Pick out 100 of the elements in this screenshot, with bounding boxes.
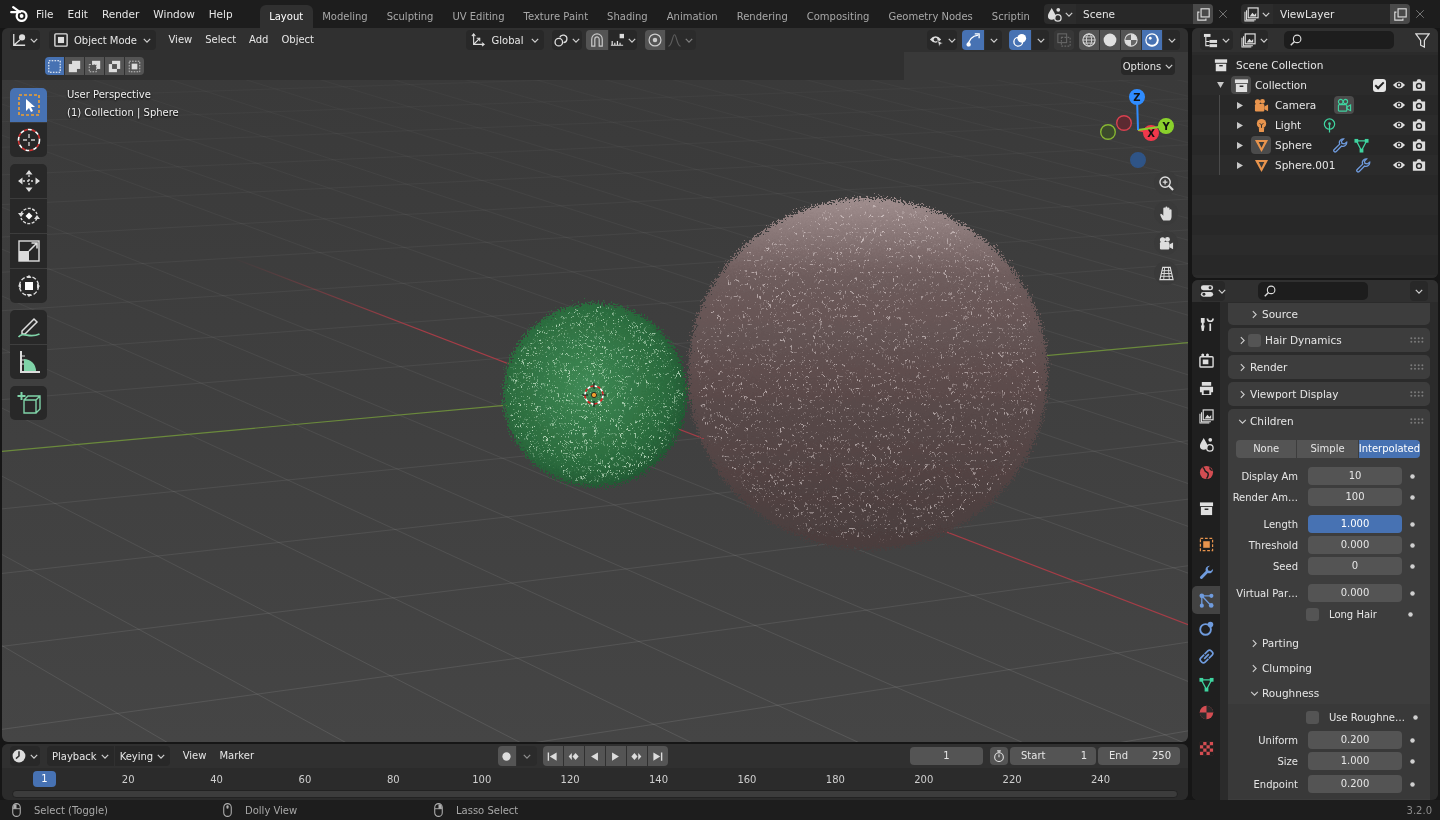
camera-icon[interactable] bbox=[1412, 118, 1426, 132]
drag-handle-icon[interactable] bbox=[1410, 364, 1424, 370]
options-dropdown[interactable] bbox=[1410, 281, 1428, 301]
view-layer-field[interactable]: ViewLayer bbox=[1273, 4, 1390, 24]
drag-handle-icon[interactable] bbox=[1410, 391, 1424, 397]
shading-button[interactable] bbox=[1142, 30, 1162, 50]
overlay-dropdown[interactable] bbox=[1032, 30, 1049, 50]
scrollbar[interactable] bbox=[12, 790, 1178, 798]
perspective-button[interactable] bbox=[1154, 261, 1178, 285]
panel-title[interactable]: Hair Dynamics bbox=[1265, 334, 1342, 346]
3d-cursor[interactable] bbox=[581, 382, 607, 408]
movie-camera-icon[interactable] bbox=[1334, 96, 1355, 114]
proportional-toggle[interactable] bbox=[644, 30, 665, 50]
menu-item[interactable]: Select bbox=[198, 30, 243, 50]
chevron-right-icon[interactable] bbox=[1239, 389, 1245, 399]
outliner-item[interactable]: Camera bbox=[1275, 99, 1317, 111]
wrench-icon[interactable] bbox=[1330, 136, 1350, 154]
camera-icon[interactable] bbox=[1412, 158, 1426, 172]
shading-button[interactable] bbox=[1100, 30, 1120, 50]
menu-item[interactable]: Render bbox=[94, 5, 147, 23]
select-mode-button[interactable] bbox=[85, 57, 104, 75]
preview-range-toggle[interactable] bbox=[990, 747, 1008, 765]
tool-button[interactable] bbox=[10, 269, 47, 303]
number-field[interactable]: 0 bbox=[1308, 557, 1402, 575]
checkbox-label[interactable]: Long Hair bbox=[1329, 608, 1377, 620]
menu-dropdown[interactable]: Keying bbox=[114, 746, 171, 766]
editor-type-button[interactable] bbox=[10, 746, 40, 766]
xray-toggle[interactable] bbox=[1054, 30, 1074, 50]
playback-button[interactable] bbox=[584, 746, 605, 766]
outliner-item[interactable]: Sphere.001 bbox=[1275, 159, 1336, 171]
current-frame-field[interactable]: 1 bbox=[910, 747, 983, 765]
decorator-dot-icon[interactable] bbox=[1409, 781, 1415, 787]
tool-button[interactable] bbox=[10, 310, 47, 344]
chevron-right-icon[interactable] bbox=[1239, 362, 1245, 372]
copy-button[interactable] bbox=[1390, 4, 1410, 24]
decorator-dot-icon[interactable] bbox=[1409, 521, 1415, 527]
menu-item[interactable]: View bbox=[176, 746, 213, 766]
disclosure-triangle-icon[interactable] bbox=[1237, 101, 1243, 109]
menu-item[interactable]: Object bbox=[274, 30, 321, 50]
decorator-dot-icon[interactable] bbox=[1409, 737, 1415, 743]
axis-handle[interactable] bbox=[1100, 124, 1116, 140]
menu-item[interactable]: Marker bbox=[212, 746, 261, 766]
current-frame-indicator[interactable]: 1 bbox=[33, 771, 56, 787]
select-mode-button[interactable] bbox=[65, 57, 84, 75]
chevron-down-icon[interactable] bbox=[1237, 418, 1247, 424]
exclude-checkbox[interactable] bbox=[1373, 78, 1386, 92]
disclosure-triangle-icon[interactable] bbox=[1237, 161, 1243, 169]
shading-dropdown[interactable] bbox=[1163, 30, 1180, 50]
disclosure-triangle-icon[interactable] bbox=[1216, 82, 1224, 88]
selectability-dropdown[interactable] bbox=[927, 30, 957, 50]
outliner-item[interactable]: Collection bbox=[1255, 79, 1307, 91]
chevron-down-icon[interactable] bbox=[1249, 690, 1259, 696]
decorator-dot-icon[interactable] bbox=[1412, 714, 1418, 720]
chevron-right-icon[interactable] bbox=[1239, 335, 1245, 345]
playback-button[interactable] bbox=[647, 746, 668, 766]
orientation-dropdown[interactable]: Global bbox=[465, 30, 544, 50]
select-mode-button[interactable] bbox=[125, 57, 144, 75]
start-frame-field[interactable]: Start 1 bbox=[1010, 747, 1096, 765]
number-field[interactable]: 1.000 bbox=[1308, 515, 1402, 533]
playback-button[interactable] bbox=[542, 746, 563, 766]
menu-item[interactable]: Add bbox=[242, 30, 275, 50]
outliner-item[interactable]: Scene Collection bbox=[1236, 59, 1324, 71]
drag-handle-icon[interactable] bbox=[1410, 418, 1424, 424]
options-dropdown[interactable]: Options bbox=[1121, 57, 1175, 75]
shading-button[interactable] bbox=[1079, 30, 1099, 50]
scene-field[interactable]: Scene bbox=[1076, 4, 1193, 24]
tool-button[interactable] bbox=[10, 345, 47, 379]
enum-button[interactable]: Simple bbox=[1297, 440, 1358, 458]
panel-title[interactable]: Children bbox=[1250, 415, 1294, 427]
workspace-tab[interactable]: Shading bbox=[597, 5, 658, 28]
menu-item[interactable]: Help bbox=[201, 5, 240, 23]
menu-item[interactable]: File bbox=[29, 5, 61, 23]
decorator-dot-icon[interactable] bbox=[1409, 494, 1415, 500]
number-field[interactable]: 0.000 bbox=[1308, 584, 1402, 602]
workspace-tab[interactable]: Rendering bbox=[727, 5, 798, 28]
workspace-tab[interactable]: Layout bbox=[259, 5, 313, 28]
tool-button[interactable] bbox=[10, 386, 47, 420]
dropdown-button[interactable] bbox=[1241, 4, 1273, 24]
decorator-dot-icon[interactable] bbox=[1407, 611, 1413, 617]
triangle-icon[interactable] bbox=[1251, 136, 1271, 154]
workspace-tab[interactable]: Modeling bbox=[312, 5, 378, 28]
menu-item[interactable]: View bbox=[162, 30, 199, 50]
outliner-item[interactable]: Light bbox=[1275, 119, 1302, 131]
checkbox-label[interactable]: Use Roughne… bbox=[1329, 711, 1405, 723]
workspace-tab[interactable]: Compositing bbox=[797, 5, 879, 28]
camera-icon[interactable] bbox=[1412, 78, 1426, 92]
end-frame-field[interactable]: End 250 bbox=[1098, 747, 1180, 765]
select-mode-button[interactable] bbox=[45, 57, 64, 75]
axis-handle[interactable] bbox=[1130, 152, 1146, 168]
panel-title[interactable]: Roughness bbox=[1262, 687, 1320, 699]
workspace-tab[interactable]: Sculpting bbox=[377, 5, 443, 28]
panel-title[interactable]: Clumping bbox=[1262, 662, 1313, 674]
logo-icon[interactable] bbox=[10, 6, 28, 22]
search-field[interactable] bbox=[1258, 282, 1368, 300]
chevron-right-icon[interactable] bbox=[1251, 638, 1257, 648]
drag-handle-icon[interactable] bbox=[1410, 337, 1424, 343]
tool-button[interactable] bbox=[10, 199, 47, 233]
snap-toggle[interactable] bbox=[585, 30, 608, 50]
camera-icon[interactable] bbox=[1412, 138, 1426, 152]
pivot-dropdown[interactable] bbox=[551, 30, 582, 50]
